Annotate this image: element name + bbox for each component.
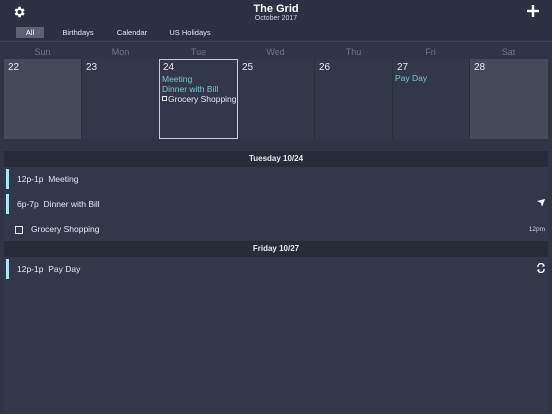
agenda-event-meeting[interactable]: 12p-1p Meeting (4, 169, 548, 191)
top-bar: The Grid October 2017 (0, 0, 552, 24)
day-number: 24 (163, 62, 175, 73)
cell-todo-label: Grocery Shopping (168, 94, 237, 104)
day-cell-25[interactable]: 25 (238, 59, 315, 139)
filter-bar: All Birthdays Calendar US Holidays (0, 24, 552, 40)
weekday-sun: Sun (34, 47, 51, 57)
todo-due-time: 12pm (528, 226, 545, 233)
filter-birthdays[interactable]: Birthdays (56, 27, 100, 38)
page-title: The Grid (253, 3, 299, 15)
cell-event-meeting: Meeting (162, 74, 193, 84)
header-divider (0, 41, 552, 42)
agenda-date-header: Tuesday 10/24 (4, 151, 548, 167)
weekday-sat: Sat (501, 47, 516, 57)
event-title: Meeting (48, 174, 79, 184)
agenda-todo-grocery[interactable]: Grocery Shopping 12pm (4, 219, 548, 241)
event-time: 12p-1p (17, 174, 44, 184)
week-grid: 22 23 24 Meeting Dinner with Bill Grocer… (4, 59, 548, 139)
event-color-bar (6, 194, 9, 214)
agenda-event-dinner[interactable]: 6p-7p Dinner with Bill (4, 194, 548, 216)
day-cell-28[interactable]: 28 (470, 59, 548, 139)
checkbox-icon (162, 96, 167, 101)
cell-event-dinner: Dinner with Bill (162, 84, 219, 94)
day-number: 27 (397, 62, 409, 73)
filter-calendar[interactable]: Calendar (110, 27, 154, 38)
weekday-thu: Thu (345, 47, 362, 57)
agenda-event-text: 12p-1p Pay Day (17, 264, 80, 274)
cell-todo-grocery: Grocery Shopping (162, 94, 237, 104)
filter-all[interactable]: All (16, 27, 44, 38)
event-time: 6p-7p (17, 199, 39, 209)
day-number: 23 (86, 62, 98, 73)
plus-icon[interactable] (526, 4, 540, 18)
day-cell-24-selected[interactable]: 24 Meeting Dinner with Bill Grocery Shop… (159, 59, 238, 139)
todo-checkbox[interactable] (15, 226, 23, 234)
event-time: 12p-1p (17, 264, 44, 274)
cell-event-pay-day: Pay Day (395, 73, 428, 83)
weekday-tue: Tue (190, 47, 207, 57)
day-number: 22 (8, 62, 20, 73)
filter-us-holidays[interactable]: US Holidays (164, 27, 216, 38)
event-title: Dinner with Bill (43, 199, 100, 209)
day-cell-23[interactable]: 23 (82, 59, 160, 139)
day-cell-27[interactable]: 27 Pay Day (393, 59, 470, 139)
weekday-header: Sun Mon Tue Wed Thu Fri Sat (4, 47, 548, 59)
month-subtitle: October 2017 (254, 15, 298, 22)
agenda-event-text: 12p-1p Meeting (17, 174, 78, 184)
location-arrow-icon (537, 199, 545, 207)
weekday-wed: Wed (266, 47, 285, 57)
weekday-fri: Fri (425, 47, 436, 57)
agenda-list: Tuesday 10/24 12p-1p Meeting 6p-7p Dinne… (4, 150, 548, 414)
day-cell-22[interactable]: 22 (4, 59, 82, 139)
repeat-icon (537, 263, 545, 273)
day-cell-26[interactable]: 26 (315, 59, 393, 139)
event-color-bar (6, 169, 9, 189)
agenda-event-pay-day[interactable]: 12p-1p Pay Day (4, 259, 548, 281)
event-color-bar (6, 259, 9, 279)
weekday-mon: Mon (111, 47, 130, 57)
day-number: 26 (319, 62, 331, 73)
agenda-event-text: 6p-7p Dinner with Bill (17, 199, 100, 209)
event-title: Pay Day (48, 264, 81, 274)
todo-title: Grocery Shopping (31, 224, 100, 234)
day-number: 25 (242, 62, 254, 73)
day-number: 28 (474, 62, 486, 73)
agenda-date-header: Friday 10/27 (4, 241, 548, 257)
